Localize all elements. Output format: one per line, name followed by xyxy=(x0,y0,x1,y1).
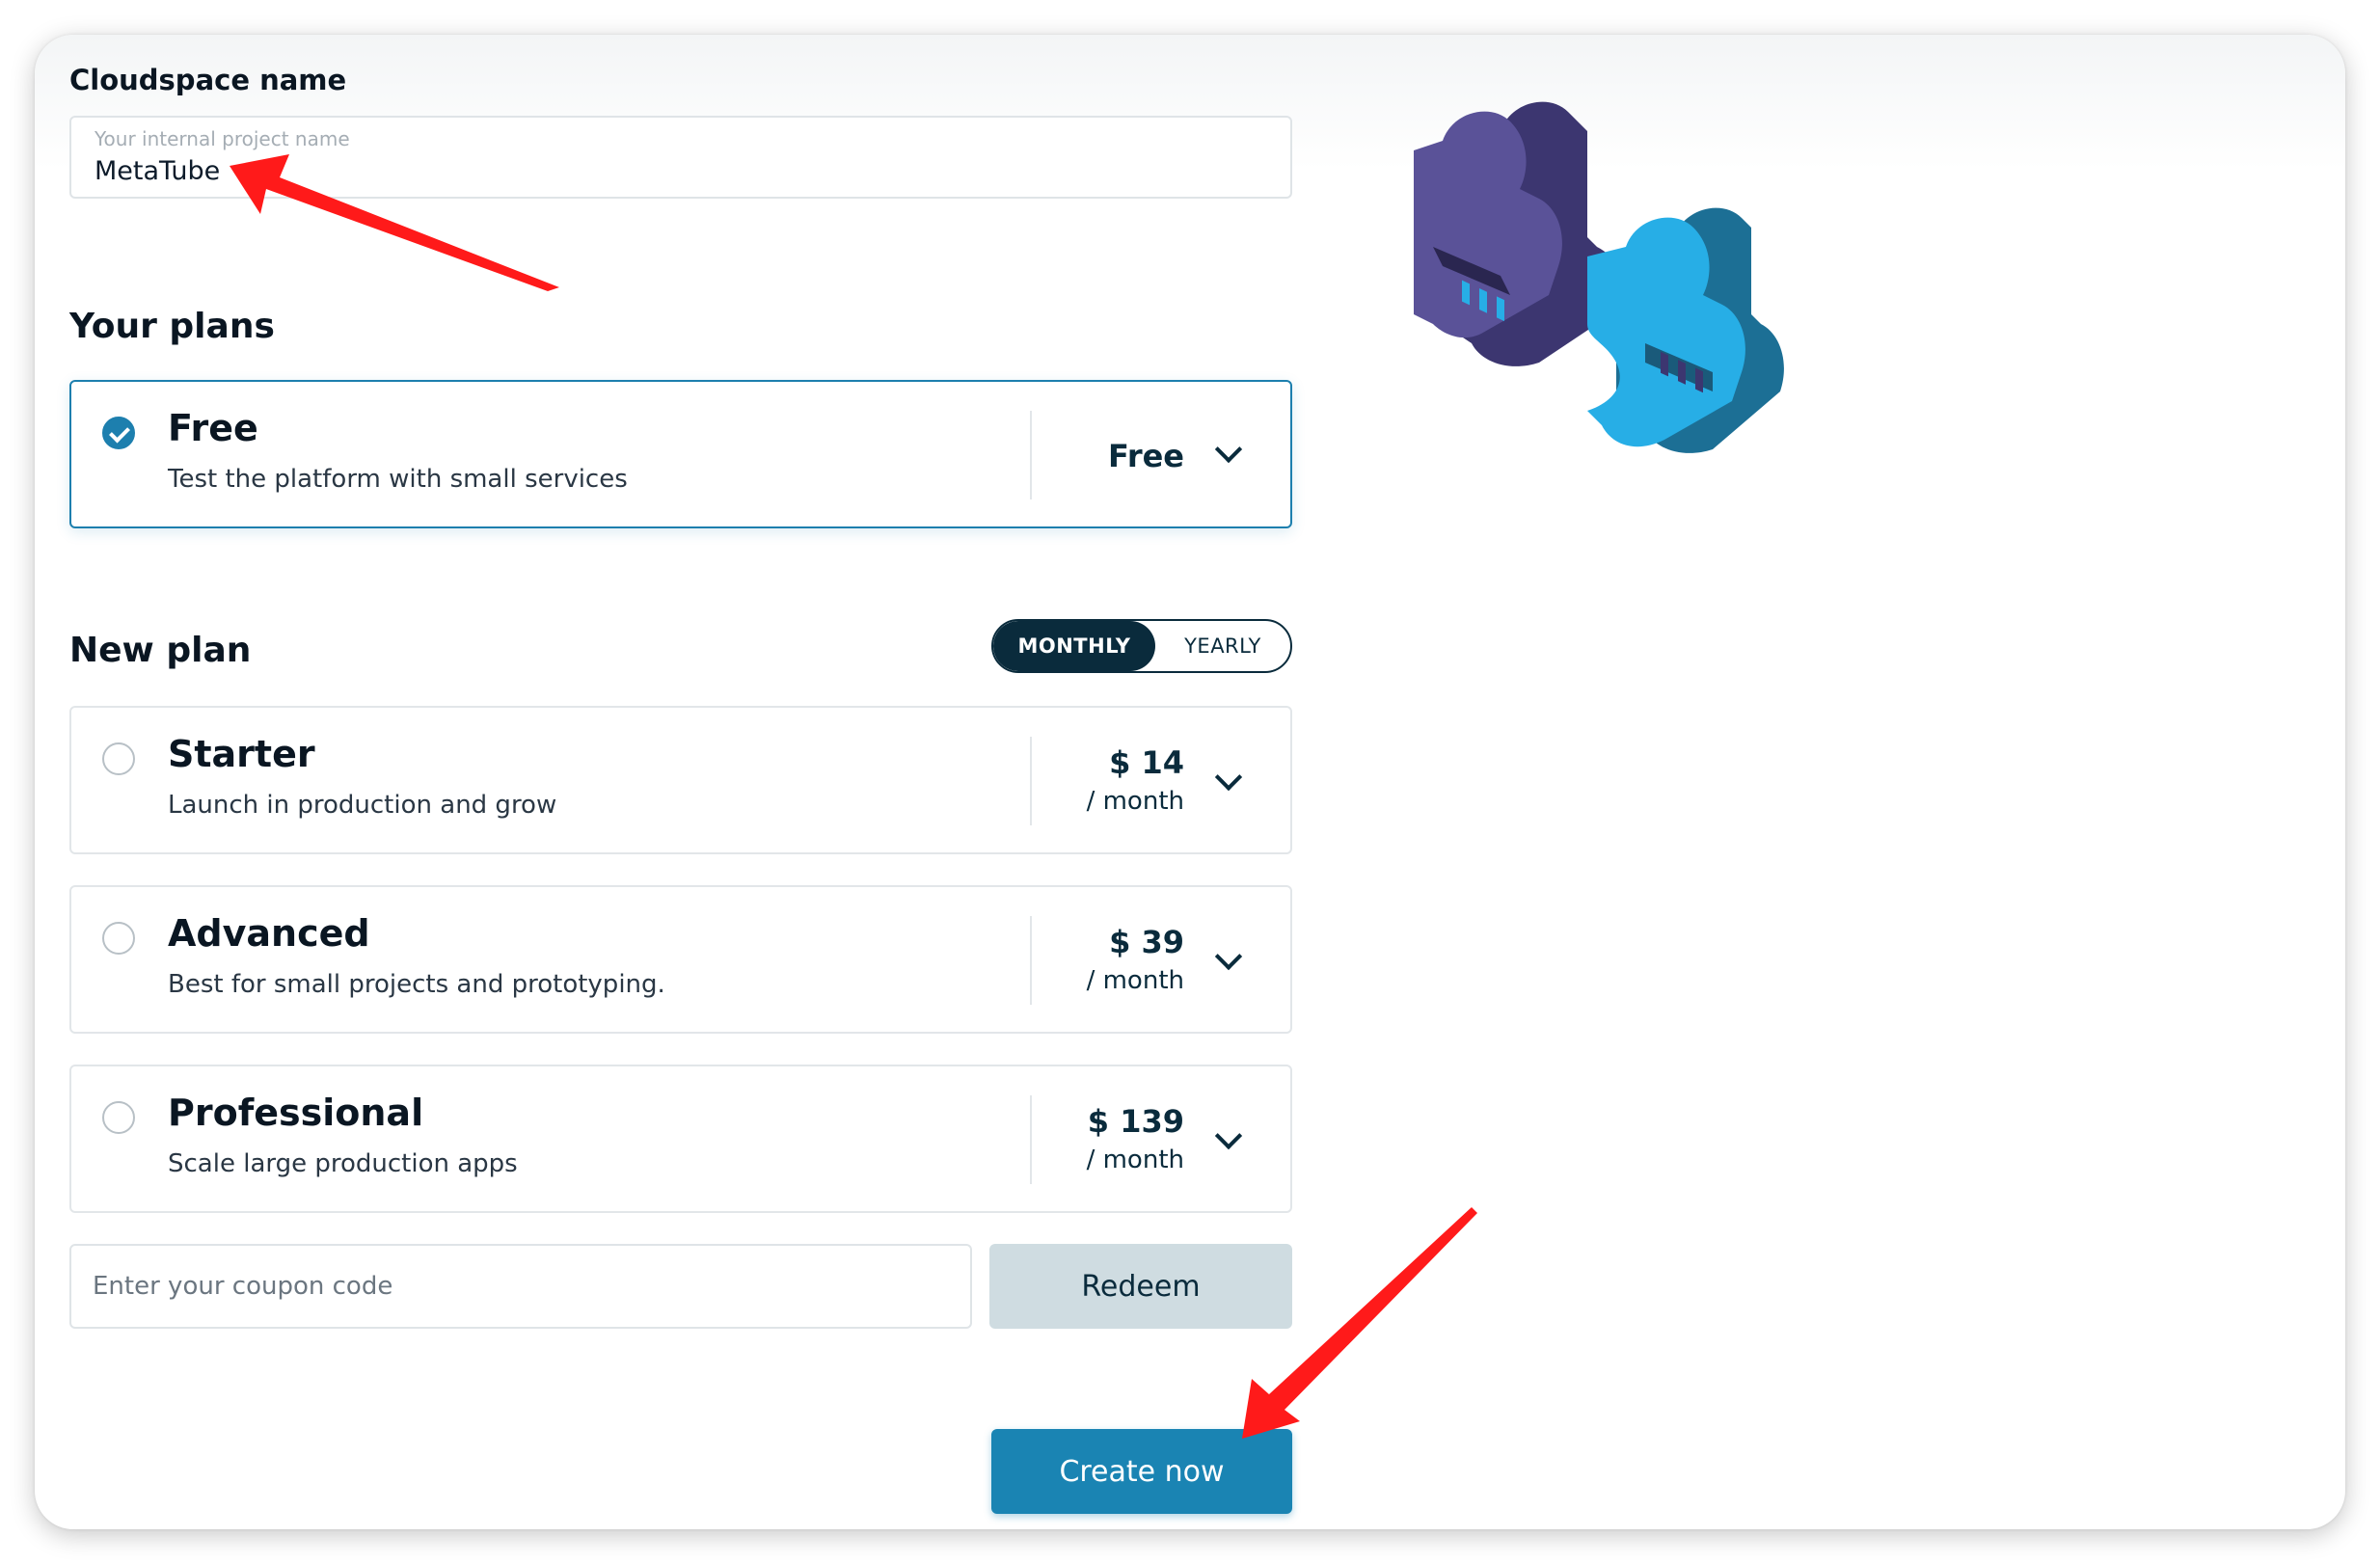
plan-price-advanced: $ 39 / month xyxy=(1087,924,1184,995)
chevron-down-icon[interactable] xyxy=(1214,763,1243,792)
plan-card-starter[interactable]: Starter Launch in production and grow $ … xyxy=(69,706,1292,854)
current-plan-name: Free xyxy=(168,407,258,449)
cloudspace-name-placeholder: Your internal project name xyxy=(95,127,350,150)
plan-name-starter: Starter xyxy=(168,733,315,775)
chevron-down-icon[interactable] xyxy=(1214,435,1243,464)
chevron-down-icon[interactable] xyxy=(1214,942,1243,971)
current-plan-divider xyxy=(1030,411,1032,499)
current-plan-check-icon xyxy=(102,417,135,449)
plan-divider xyxy=(1030,1095,1032,1184)
plan-description-starter: Launch in production and grow xyxy=(168,791,557,820)
plan-divider xyxy=(1030,916,1032,1005)
current-plan-price-label: Free xyxy=(1108,438,1184,474)
billing-toggle[interactable]: MONTHLY YEARLY xyxy=(991,619,1292,673)
plan-radio-starter[interactable] xyxy=(102,742,135,775)
cloudspace-name-value: MetaTube xyxy=(95,156,221,186)
create-now-button[interactable]: Create now xyxy=(991,1429,1292,1514)
plan-price-period: / month xyxy=(1086,1146,1184,1174)
cloudspace-name-title: Cloudspace name xyxy=(69,64,347,96)
plan-radio-professional[interactable] xyxy=(102,1101,135,1134)
plan-price-amount: $ 39 xyxy=(1109,924,1184,960)
coupon-input[interactable] xyxy=(69,1244,972,1329)
app-window: Cloudspace name Your internal project na… xyxy=(35,35,2345,1529)
puzzle-piece-blue xyxy=(1587,207,1784,453)
plan-name-professional: Professional xyxy=(168,1092,424,1134)
current-plan-price: Free xyxy=(1108,438,1184,474)
redeem-button[interactable]: Redeem xyxy=(989,1244,1292,1329)
plan-card-advanced[interactable]: Advanced Best for small projects and pro… xyxy=(69,885,1292,1034)
plan-description-advanced: Best for small projects and prototyping. xyxy=(168,970,665,999)
plan-price-amount: $ 14 xyxy=(1109,744,1184,781)
plan-description-professional: Scale large production apps xyxy=(168,1149,518,1178)
your-plans-title: Your plans xyxy=(69,307,275,346)
plan-price-professional: $ 139 / month xyxy=(1087,1103,1184,1174)
plan-divider xyxy=(1030,737,1032,825)
new-plan-title: New plan xyxy=(69,631,252,670)
plan-price-period: / month xyxy=(1086,966,1184,995)
toggle-yearly[interactable]: YEARLY xyxy=(1155,621,1290,671)
current-plan-card[interactable]: Free Test the platform with small servic… xyxy=(69,380,1292,528)
plan-radio-advanced[interactable] xyxy=(102,922,135,955)
plan-card-professional[interactable]: Professional Scale large production apps… xyxy=(69,1065,1292,1213)
plan-price-starter: $ 14 / month xyxy=(1087,744,1184,816)
chevron-down-icon[interactable] xyxy=(1214,1121,1243,1150)
plan-price-period: / month xyxy=(1086,787,1184,816)
toggle-monthly[interactable]: MONTHLY xyxy=(993,621,1155,671)
plan-price-amount: $ 139 xyxy=(1087,1103,1184,1140)
cloudspace-name-field[interactable]: Your internal project name MetaTube xyxy=(69,116,1292,199)
puzzle-illustration xyxy=(1414,101,1784,453)
current-plan-description: Test the platform with small services xyxy=(168,465,628,494)
plan-name-advanced: Advanced xyxy=(168,912,370,955)
